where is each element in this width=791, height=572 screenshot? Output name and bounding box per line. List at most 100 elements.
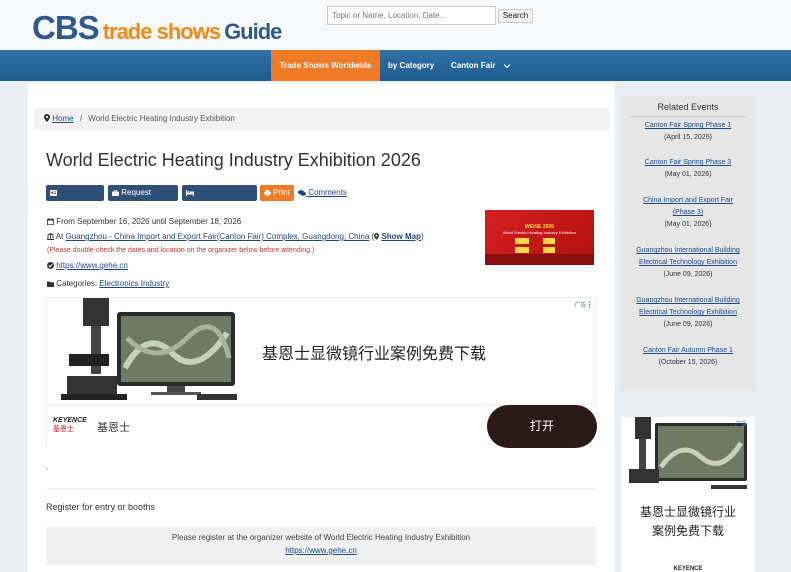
comments-label: Comments [308, 188, 347, 197]
related-event-link-line2[interactable]: (Phase 3) [673, 209, 703, 216]
event-website: https://www.gehe.cn [47, 261, 128, 270]
related-events-divider [629, 116, 747, 117]
check-circle-icon [47, 262, 54, 269]
microscope-icon [61, 298, 237, 400]
related-event-link[interactable]: Guangzhou International Building [636, 247, 740, 254]
related-event: Guangzhou International Building Electri… [621, 295, 755, 331]
comments-icon [298, 190, 306, 196]
website-link[interactable]: https://www.gehe.cn [56, 261, 128, 270]
categories-label: Categories: [56, 279, 98, 288]
breadcrumb: Home / World Electric Heating Industry E… [34, 108, 609, 130]
date-warning: (Please double-check the dates and locat… [47, 247, 315, 254]
logo-trade-shows: trade shows [102, 19, 221, 44]
related-event-link-line2[interactable]: Electrical Technology Exhibition [639, 259, 737, 266]
register-heading: Register for entry or booths [46, 502, 156, 512]
related-event-link[interactable]: Guangzhou International Building [636, 297, 740, 304]
event-date: From September 16, 2026 until September … [47, 217, 241, 226]
related-event-date: (June 09, 2026) [663, 271, 713, 278]
microscope-ad-image [47, 298, 247, 404]
related-event: China Import and Export Fair (Phase 3) (… [621, 195, 755, 231]
event-banner-subtitle: World Electric Heating Industry Exhibiti… [502, 230, 577, 235]
related-event-link[interactable]: Canton Fair Spring Phase 3 [645, 159, 731, 166]
comments-link[interactable]: Comments [298, 188, 347, 197]
sidebar-ad-headline: 基恩士显微镜行业 案例免费下载 [621, 503, 755, 541]
briefcase-icon [112, 189, 119, 196]
category-link[interactable]: Electronics Industry [99, 279, 169, 288]
related-event-date: (June 09, 2026) [663, 321, 713, 328]
venue-prefix: At [55, 232, 64, 241]
logo-guide: Guide [224, 19, 282, 44]
related-event-date: (April 15, 2026) [664, 134, 712, 141]
related-event: Canton Fair Spring Phase 1 (April 15, 20… [621, 120, 755, 144]
separator-dot: . [46, 462, 49, 471]
sidebar-ad-headline-line1: 基恩士显微镜行业 [639, 505, 736, 519]
nav-trade-shows-worldwide[interactable]: Trade Shows Worldwide [271, 50, 380, 81]
print-label: Print [273, 188, 290, 197]
related-event: Canton Fair Spring Phase 3 (May 01, 2026… [621, 157, 755, 181]
nav-canton-fair-label: Canton Fair [451, 61, 496, 70]
id-card-icon [50, 190, 57, 196]
search-input[interactable] [327, 6, 496, 25]
print-icon [264, 190, 271, 197]
related-event-link-line2[interactable]: Electrical Technology Exhibition [639, 309, 737, 316]
related-event-date: (May 01, 2026) [664, 171, 712, 178]
related-event-link[interactable]: Canton Fair Autumn Phase 1 [643, 347, 733, 354]
keyence-logo-text: KEYENCE [53, 417, 87, 424]
logo-cbs: CBS [32, 9, 100, 46]
request-booths-button[interactable]: Request Booths [108, 185, 178, 213]
related-events-title: Related Events [657, 102, 719, 112]
nav-canton-fair[interactable]: Canton Fair [451, 50, 511, 81]
ad-marker: 广告 [574, 300, 591, 309]
related-event-date: (May 01, 2026) [664, 221, 712, 228]
ad-marker-label: 广告 [574, 303, 587, 309]
event-banner-image: WEHIE 2026 World Electric Heating Indust… [485, 210, 594, 265]
venue-link[interactable]: Guangzhou - China Import and Export Fair… [66, 232, 370, 241]
breadcrumb-separator: / [79, 114, 83, 123]
show-map-link[interactable]: Show Map [381, 232, 421, 241]
map-marker-icon [44, 114, 50, 122]
sidebar-ad-brand: KEYENCE [673, 566, 703, 572]
site-logo[interactable]: CBS trade shows Guide [32, 8, 282, 46]
event-categories: Categories: Electronics Industry [47, 279, 169, 288]
registration-button[interactable]: Registration [46, 185, 104, 213]
register-link[interactable]: https://www.gehe.cn [46, 546, 596, 555]
nav-by-category[interactable]: by Category [388, 50, 434, 81]
search-button[interactable]: Search [498, 9, 533, 23]
chevron-down-icon [503, 64, 511, 69]
breadcrumb-current: World Electric Heating Industry Exhibiti… [88, 114, 235, 123]
ad-banner[interactable]: 基恩士显微镜行业案例免费下载 广告 KEYENCE 基恩士 基恩士 打开 [46, 297, 597, 448]
microscope-icon [629, 417, 747, 489]
related-event: Canton Fair Autumn Phase 1 (October 15, … [621, 345, 755, 369]
register-instruction: Please register at the organizer website… [171, 533, 471, 542]
ad-brand-name: 基恩士 [97, 422, 130, 434]
keyence-logo-cn: 基恩士 [53, 426, 74, 433]
sidebar-ad-marker: 广告 [734, 422, 747, 428]
ad-open-button[interactable]: 打开 [487, 405, 597, 448]
register-box: Please register at the organizer website… [46, 527, 596, 565]
event-venue: At Guangzhou - China Import and Export F… [47, 232, 424, 241]
more-vertical-icon[interactable] [588, 301, 591, 308]
folder-icon [47, 281, 54, 287]
related-event-link[interactable]: China Import and Export Fair [643, 197, 733, 204]
print-button[interactable]: Print [260, 185, 294, 201]
related-event-link[interactable]: Canton Fair Spring Phase 1 [645, 122, 731, 129]
map-marker-icon [374, 233, 380, 240]
accommodation-label: Accommodation [186, 204, 244, 213]
sidebar-ad-headline-line2: 案例免费下载 [651, 524, 724, 538]
sidebar-ad[interactable]: 广告 基恩士显微镜行业 案例免费下载 KEYENCE [621, 417, 755, 572]
related-event: Guangzhou International Building Electri… [621, 245, 755, 281]
accommodation-button[interactable]: Accommodation [182, 185, 257, 213]
ad-headline[interactable]: 基恩士显微镜行业案例免费下载 [262, 340, 486, 364]
divider [46, 488, 596, 489]
building-icon [47, 233, 54, 240]
related-events-panel: Related Events Canton Fair Spring Phase … [621, 96, 755, 390]
page-title: World Electric Heating Industry Exhibiti… [46, 150, 421, 170]
registration-label: Registration [50, 204, 93, 213]
bed-icon [186, 190, 194, 196]
event-date-text: From September 16, 2026 until September … [56, 217, 242, 226]
keyence-logo: KEYENCE 基恩士 [53, 416, 93, 434]
breadcrumb-home-link[interactable]: Home [52, 114, 73, 123]
related-event-date: (October 15, 2026) [658, 359, 718, 366]
calendar-icon [47, 218, 54, 225]
venue-paren-close: ) [421, 232, 424, 241]
